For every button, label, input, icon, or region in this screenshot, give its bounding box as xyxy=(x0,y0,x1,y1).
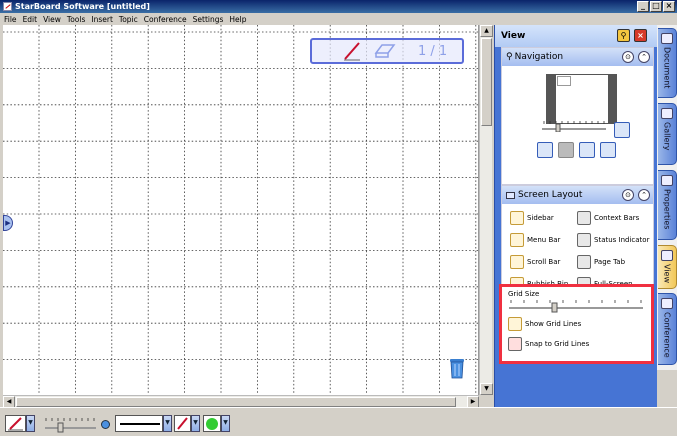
snap-grid-icon xyxy=(508,337,522,351)
close-button[interactable]: × xyxy=(663,1,675,12)
line-style-dropdown-icon[interactable]: ▼ xyxy=(163,415,172,432)
fill-color-button[interactable] xyxy=(203,415,221,432)
menu-bar: File Edit View Tools Insert Topic Confer… xyxy=(0,13,677,25)
pen-icon[interactable] xyxy=(342,41,362,61)
menu-help[interactable]: Help xyxy=(229,15,246,24)
conference-tab-icon xyxy=(661,298,673,309)
pen-color-dropdown-icon[interactable]: ▼ xyxy=(191,415,200,432)
layout-context-bars-toggle[interactable]: Context Bars xyxy=(577,211,639,225)
context-bars-icon xyxy=(577,211,591,225)
show-grid-icon xyxy=(508,317,522,331)
view-panel-title: View xyxy=(501,31,526,41)
tab-document[interactable]: Document xyxy=(658,28,677,98)
pen-tool-button[interactable] xyxy=(5,415,26,432)
app-icon xyxy=(3,2,12,11)
zoom-out-icon[interactable] xyxy=(537,142,553,158)
menu-settings[interactable]: Settings xyxy=(193,15,224,24)
grid-settings: Grid Size Show Grid Lines Snap to Grid L… xyxy=(499,284,654,364)
zoom-in-icon[interactable] xyxy=(579,142,595,158)
sidebar-icon xyxy=(510,211,524,225)
page-number: 1 / 1 xyxy=(418,43,448,59)
navigation-group: ⚲ Navigation ⊙ ⌃ xyxy=(501,47,654,185)
line-style-icon xyxy=(120,423,160,425)
view-rect-icon xyxy=(557,76,571,86)
screen-layout-icon xyxy=(506,191,515,199)
pen-width-slider[interactable] xyxy=(42,414,100,434)
menu-edit[interactable]: Edit xyxy=(23,15,38,24)
screen-layout-group: Screen Layout ⊙ ⌃ Sidebar Context Bars M… xyxy=(501,185,654,295)
fill-color-icon xyxy=(206,418,218,430)
gallery-tab-icon xyxy=(661,108,673,119)
layout-sidebar-toggle[interactable]: Sidebar xyxy=(510,211,554,225)
layout-status-indicator-toggle[interactable]: Status Indicator xyxy=(577,233,649,247)
pin-icon[interactable]: ⚲ xyxy=(617,29,630,42)
vertical-scroll-thumb[interactable] xyxy=(481,38,492,126)
fill-color-dropdown-icon[interactable]: ▼ xyxy=(221,415,230,432)
side-tabs: Document Gallery Properties View Confere… xyxy=(657,25,677,370)
snap-to-grid-toggle[interactable]: Snap to Grid Lines xyxy=(508,337,589,351)
view-tab-icon xyxy=(661,250,673,261)
close-panel-icon[interactable]: × xyxy=(634,29,647,42)
menu-topic[interactable]: Topic xyxy=(119,15,138,24)
scroll-down-arrow-icon[interactable]: ▼ xyxy=(480,383,493,395)
screen-layout-collapse-icon[interactable]: ⌃ xyxy=(638,189,650,201)
zoom-area-icon[interactable] xyxy=(600,142,616,158)
tab-conference[interactable]: Conference xyxy=(658,293,677,365)
maximize-button[interactable]: □ xyxy=(650,1,662,12)
layout-page-tab-toggle[interactable]: Page Tab xyxy=(577,255,625,269)
menu-conference[interactable]: Conference xyxy=(144,15,187,24)
grid-size-slider[interactable] xyxy=(507,299,647,313)
status-indicator-icon xyxy=(577,233,591,247)
vertical-scrollbar[interactable]: ▲ ▼ xyxy=(479,25,493,395)
tab-view[interactable]: View xyxy=(658,245,677,289)
navigation-collapse-icon[interactable]: ⌃ xyxy=(638,51,650,63)
magnifier-icon: ⚲ xyxy=(506,52,513,62)
document-tab-icon xyxy=(661,33,673,44)
grid-size-thumb[interactable] xyxy=(551,302,558,313)
menu-insert[interactable]: Insert xyxy=(91,15,113,24)
page-indicator[interactable]: 1 / 1 xyxy=(310,38,464,64)
tab-gallery[interactable]: Gallery xyxy=(658,103,677,165)
fit-page-icon[interactable] xyxy=(614,122,630,138)
page-tab-icon xyxy=(577,255,591,269)
view-panel-header: View ⚲ × xyxy=(495,25,658,47)
screen-layout-header[interactable]: Screen Layout ⊙ ⌃ xyxy=(502,186,653,204)
menu-tools[interactable]: Tools xyxy=(67,15,85,24)
horizontal-scrollbar[interactable]: ◀ ▶ xyxy=(3,395,479,408)
title-bar: StarBoard Software [untitled] _ □ × xyxy=(0,0,677,13)
layout-scroll-bar-toggle[interactable]: Scroll Bar xyxy=(510,255,560,269)
menu-bar-icon xyxy=(510,233,524,247)
zoom-slider[interactable] xyxy=(540,120,610,132)
navigation-menu-icon[interactable]: ⊙ xyxy=(622,51,634,63)
navigation-title: Navigation xyxy=(514,52,564,62)
scroll-up-arrow-icon[interactable]: ▲ xyxy=(480,25,493,37)
window-title: StarBoard Software [untitled] xyxy=(15,2,150,11)
pen-color-button[interactable] xyxy=(174,415,191,432)
page-thumbnail[interactable] xyxy=(546,74,617,124)
show-grid-lines-toggle[interactable]: Show Grid Lines xyxy=(508,317,581,331)
rubbish-bin-icon[interactable] xyxy=(449,357,465,379)
pan-icon[interactable] xyxy=(558,142,574,158)
grid-lines xyxy=(3,25,478,395)
bottom-toolbar: ▼ ▼ ▼ ▼ xyxy=(0,407,677,436)
screen-layout-menu-icon[interactable]: ⊙ xyxy=(622,189,634,201)
navigation-header[interactable]: ⚲ Navigation ⊙ ⌃ xyxy=(502,48,653,66)
horizontal-scroll-thumb[interactable] xyxy=(16,397,456,407)
properties-tab-icon xyxy=(661,175,673,186)
menu-view[interactable]: View xyxy=(43,15,61,24)
layout-menu-bar-toggle[interactable]: Menu Bar xyxy=(510,233,560,247)
pen-color-icon xyxy=(177,417,188,430)
pen-tool-icon xyxy=(8,417,23,431)
eraser-icon[interactable] xyxy=(372,41,396,61)
whiteboard-canvas[interactable] xyxy=(3,25,479,395)
scroll-bar-icon xyxy=(510,255,524,269)
pen-tool-dropdown-icon[interactable]: ▼ xyxy=(26,415,35,432)
minimize-button[interactable]: _ xyxy=(637,1,649,12)
screen-layout-title: Screen Layout xyxy=(518,190,583,200)
menu-file[interactable]: File xyxy=(4,15,17,24)
line-style-button[interactable] xyxy=(115,415,163,432)
tab-properties[interactable]: Properties xyxy=(658,170,677,240)
pen-size-preview-icon xyxy=(101,420,110,429)
grid-size-label: Grid Size xyxy=(508,290,540,298)
